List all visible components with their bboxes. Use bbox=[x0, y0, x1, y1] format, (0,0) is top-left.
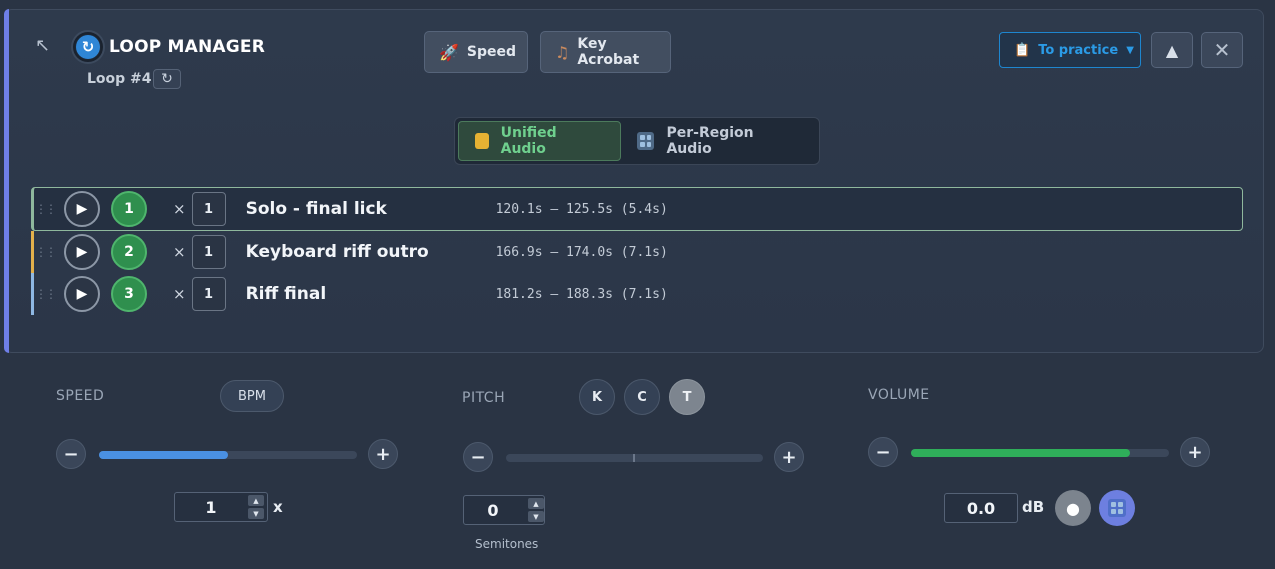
volume-label: VOLUME bbox=[868, 387, 930, 403]
drag-handle-icon[interactable]: ⋮⋮ bbox=[34, 245, 57, 259]
pitch-center-mark bbox=[633, 454, 635, 462]
volume-increase-button[interactable]: + bbox=[1180, 437, 1210, 467]
repeat-count-input[interactable]: 1 bbox=[191, 235, 226, 269]
to-practice-label: To practice bbox=[1038, 42, 1119, 58]
speed-decrease-button[interactable]: − bbox=[56, 439, 86, 469]
volume-slider[interactable] bbox=[911, 449, 1169, 457]
spin-down-icon[interactable]: ▼ bbox=[248, 508, 264, 519]
collapse-arrow-icon[interactable]: ↖ bbox=[35, 35, 50, 56]
audio-mode-toggle: Unified Audio Per-Region Audio bbox=[454, 117, 820, 165]
loop-range: 166.9s – 174.0s (7.1s) bbox=[495, 244, 668, 260]
loop-number-label: Loop #4 bbox=[87, 71, 152, 87]
speed-increase-button[interactable]: + bbox=[368, 439, 398, 469]
play-button[interactable]: ▶ bbox=[64, 276, 100, 312]
repeat-count-input[interactable]: 1 bbox=[191, 277, 226, 311]
rocket-icon: 🚀 bbox=[439, 42, 459, 62]
lock-icon bbox=[475, 133, 489, 149]
volume-unit: dB bbox=[1022, 498, 1045, 516]
loop-name[interactable]: Keyboard riff outro bbox=[246, 242, 496, 262]
loop-list: ⋮⋮ ▶ 1 × 1 Solo - final lick 120.1s – 12… bbox=[31, 187, 1243, 315]
pitch-increase-button[interactable]: + bbox=[774, 442, 804, 472]
drag-handle-icon[interactable]: ⋮⋮ bbox=[34, 287, 57, 301]
panel-title: LOOP MANAGER bbox=[109, 37, 266, 57]
loop-manager-panel: ↖ ↻ LOOP MANAGER Loop #4 ↻ 🚀 Speed ♫ Key… bbox=[4, 9, 1264, 353]
speed-label: SPEED bbox=[56, 388, 105, 404]
spin-down-icon[interactable]: ▼ bbox=[528, 511, 544, 522]
grid-icon bbox=[1108, 499, 1126, 517]
repeat-count-input[interactable]: 1 bbox=[191, 192, 226, 226]
loop-index-badge: 2 bbox=[111, 234, 147, 270]
reload-loop-button[interactable]: ↻ bbox=[153, 69, 181, 89]
loop-row[interactable]: ⋮⋮ ▶ 3 × 1 Riff final 181.2s – 188.3s (7… bbox=[31, 273, 1243, 315]
chevron-down-icon: ▼ bbox=[1126, 44, 1134, 56]
speed-slider[interactable] bbox=[99, 451, 357, 459]
drag-handle-icon[interactable]: ⋮⋮ bbox=[34, 202, 57, 216]
volume-decrease-button[interactable]: − bbox=[868, 437, 898, 467]
loop-row[interactable]: ⋮⋮ ▶ 2 × 1 Keyboard riff outro 166.9s – … bbox=[31, 231, 1243, 273]
loop-logo-icon: ↻ bbox=[71, 30, 105, 64]
to-practice-dropdown[interactable]: 📋 To practice ▼ bbox=[999, 32, 1141, 68]
loop-index-badge: 1 bbox=[111, 191, 147, 227]
spin-up-icon[interactable]: ▲ bbox=[248, 495, 264, 506]
loop-range: 181.2s – 188.3s (7.1s) bbox=[495, 286, 668, 302]
key-acrobat-label: Key Acrobat bbox=[577, 36, 640, 68]
loop-name[interactable]: Solo - final lick bbox=[246, 199, 496, 219]
speed-tool-label: Speed bbox=[466, 44, 517, 60]
times-symbol: × bbox=[173, 243, 186, 261]
loop-range: 120.1s – 125.5s (5.4s) bbox=[495, 201, 668, 217]
close-icon[interactable]: ✕ bbox=[1201, 32, 1243, 68]
pitch-key-t-button[interactable]: T bbox=[669, 379, 705, 415]
play-button[interactable]: ▶ bbox=[64, 191, 100, 227]
volume-value-input[interactable]: 0.0 bbox=[944, 493, 1018, 523]
speed-slider-fill bbox=[99, 451, 228, 459]
unified-audio-option[interactable]: Unified Audio bbox=[458, 121, 621, 161]
speed-unit: x bbox=[273, 498, 283, 516]
loop-name[interactable]: Riff final bbox=[246, 284, 496, 304]
semitones-label: Semitones bbox=[475, 537, 539, 551]
bpm-button[interactable]: BPM bbox=[220, 380, 284, 412]
pitch-key-k-button[interactable]: K bbox=[579, 379, 615, 415]
speed-spinner[interactable]: ▲ ▼ bbox=[248, 495, 264, 519]
volume-slider-fill bbox=[911, 449, 1131, 457]
clipboard-icon: 📋 bbox=[1014, 42, 1031, 58]
per-region-audio-option[interactable]: Per-Region Audio bbox=[621, 121, 816, 161]
loop-row[interactable]: ⋮⋮ ▶ 1 × 1 Solo - final lick 120.1s – 12… bbox=[31, 187, 1243, 231]
speed-tool-button[interactable]: 🚀 Speed bbox=[424, 31, 528, 73]
pitch-spinner[interactable]: ▲ ▼ bbox=[528, 498, 544, 522]
times-symbol: × bbox=[173, 285, 186, 303]
pitch-label: PITCH bbox=[462, 390, 506, 406]
music-note-icon: ♫ bbox=[555, 42, 570, 62]
spin-up-icon[interactable]: ▲ bbox=[528, 498, 544, 509]
pitch-decrease-button[interactable]: − bbox=[463, 442, 493, 472]
play-button[interactable]: ▶ bbox=[64, 234, 100, 270]
times-symbol: × bbox=[173, 200, 186, 218]
key-acrobat-button[interactable]: ♫ Key Acrobat bbox=[540, 31, 671, 73]
pitch-slider[interactable] bbox=[506, 454, 763, 462]
per-region-volume-button[interactable] bbox=[1099, 490, 1135, 526]
grid-icon bbox=[636, 132, 655, 150]
pitch-key-c-button[interactable]: C bbox=[624, 379, 660, 415]
volume-reset-button[interactable]: ● bbox=[1055, 490, 1091, 526]
move-up-button[interactable]: ▲ bbox=[1151, 32, 1193, 68]
loop-index-badge: 3 bbox=[111, 276, 147, 312]
